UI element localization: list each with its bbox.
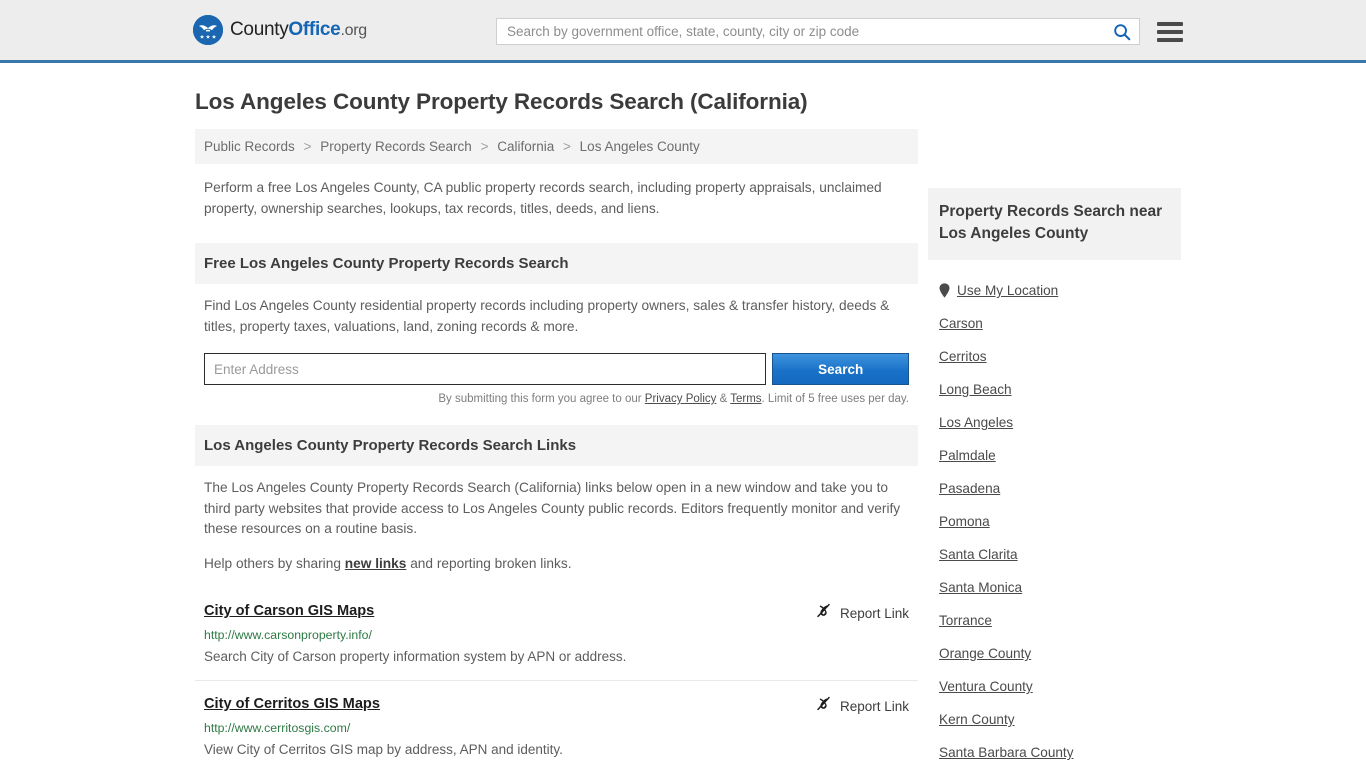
header-search-zone — [496, 18, 1183, 45]
breadcrumb-separator: > — [303, 139, 312, 154]
link-title[interactable]: City of Cerritos GIS Maps — [204, 696, 380, 712]
sidebar-list: Use My Location Carson Cerritos Long Bea… — [928, 260, 1181, 768]
sidebar-item-santa-monica[interactable]: Santa Monica — [939, 571, 1170, 604]
sidebar-item-cerritos[interactable]: Cerritos — [939, 340, 1170, 373]
link-url[interactable]: http://www.carsonproperty.info/ — [204, 628, 909, 642]
breadcrumb-item-property-records-search[interactable]: Property Records Search — [320, 139, 472, 154]
sidebar-link[interactable]: Torrance — [939, 613, 992, 628]
form-disclaimer: By submitting this form you agree to our… — [195, 385, 918, 405]
link-url[interactable]: http://www.cerritosgis.com/ — [204, 721, 909, 735]
disclaimer-suffix: . Limit of 5 free uses per day. — [761, 393, 909, 406]
sidebar-item-pomona[interactable]: Pomona — [939, 505, 1170, 538]
sidebar-item-orange-county[interactable]: Orange County — [939, 637, 1170, 670]
links-section-body: The Los Angeles County Property Records … — [195, 466, 918, 574]
logo-text-county: County — [230, 19, 289, 40]
new-links-link[interactable]: new links — [345, 556, 407, 571]
hamburger-menu-icon[interactable] — [1157, 21, 1183, 42]
link-row: City of Cerritos GIS Maps Report Link ht… — [195, 680, 918, 768]
page-title: Los Angeles County Property Records Sear… — [195, 89, 808, 114]
sidebar-item-los-angeles[interactable]: Los Angeles — [939, 406, 1170, 439]
hamburger-bar — [1157, 37, 1183, 42]
breadcrumb-item-california[interactable]: California — [497, 139, 554, 154]
sidebar-link[interactable]: Cerritos — [939, 349, 987, 364]
free-search-heading: Free Los Angeles County Property Records… — [195, 243, 918, 285]
breadcrumb: Public Records > Property Records Search… — [195, 129, 918, 164]
sidebar: Property Records Search near Los Angeles… — [928, 63, 1181, 768]
links-section-help: Help others by sharing new links and rep… — [204, 554, 909, 575]
address-input[interactable] — [204, 353, 767, 386]
report-link-button[interactable]: Report Link — [815, 695, 909, 717]
broken-link-icon — [815, 695, 832, 717]
links-section-paragraph: The Los Angeles County Property Records … — [204, 480, 901, 537]
sidebar-link[interactable]: Santa Monica — [939, 580, 1022, 595]
breadcrumb-item-public-records[interactable]: Public Records — [204, 139, 295, 154]
terms-link[interactable]: Terms — [730, 393, 761, 405]
sidebar-link[interactable]: Santa Barbara County — [939, 745, 1074, 760]
sidebar-item-long-beach[interactable]: Long Beach — [939, 373, 1170, 406]
link-list: City of Carson GIS Maps Report Link http… — [195, 588, 918, 768]
link-title[interactable]: City of Carson GIS Maps — [204, 603, 374, 619]
address-search-form: Search — [195, 353, 918, 386]
sidebar-link[interactable]: Pasadena — [939, 481, 1000, 496]
link-description: View City of Cerritos GIS map by address… — [204, 742, 563, 758]
report-link-label: Report Link — [839, 698, 909, 714]
link-description: Search City of Carson property informati… — [204, 649, 627, 665]
sidebar-item-pasadena[interactable]: Pasadena — [939, 472, 1170, 505]
sidebar-link[interactable]: Carson — [939, 316, 983, 331]
page-intro-text: Perform a free Los Angeles County, CA pu… — [204, 180, 882, 216]
sidebar-link[interactable]: Los Angeles — [939, 415, 1013, 430]
logo-text-office: Office — [288, 19, 341, 40]
sidebar-link[interactable]: Ventura County — [939, 679, 1033, 694]
page-container: Los Angeles County Property Records Sear… — [0, 63, 1366, 768]
help-prefix: Help others by sharing — [204, 555, 345, 571]
two-column-layout: Los Angeles County Property Records Sear… — [195, 63, 1181, 768]
sidebar-item-kern-county[interactable]: Kern County — [939, 703, 1170, 736]
search-button[interactable]: Search — [772, 353, 909, 386]
breadcrumb-item-los-angeles-county[interactable]: Los Angeles County — [580, 139, 700, 154]
links-section-heading: Los Angeles County Property Records Sear… — [195, 425, 918, 467]
county-office-eagle-icon — [193, 15, 223, 45]
link-row: City of Carson GIS Maps Report Link http… — [195, 588, 918, 680]
sidebar-link[interactable]: Pomona — [939, 514, 990, 529]
breadcrumb-separator: > — [563, 139, 571, 154]
sidebar-heading: Property Records Search near Los Angeles… — [928, 188, 1181, 260]
hamburger-bar — [1157, 21, 1183, 26]
report-link-label: Report Link — [839, 605, 909, 621]
sidebar-link-use-my-location[interactable]: Use My Location — [957, 283, 1058, 298]
sidebar-link[interactable]: Kern County — [939, 712, 1015, 727]
hamburger-bar — [1157, 29, 1183, 34]
map-pin-icon — [939, 283, 950, 298]
global-search-input[interactable] — [505, 23, 1109, 40]
search-icon[interactable] — [1113, 23, 1131, 41]
sidebar-item-santa-barbara-county[interactable]: Santa Barbara County — [939, 736, 1170, 768]
disclaimer-amp: & — [716, 393, 731, 406]
help-suffix: and reporting broken links. — [406, 555, 572, 571]
sidebar-link[interactable]: Long Beach — [939, 382, 1012, 397]
global-search-box[interactable] — [496, 18, 1140, 45]
sidebar-item-carson[interactable]: Carson — [939, 307, 1170, 340]
broken-link-icon — [815, 602, 832, 624]
main-content: Los Angeles County Property Records Sear… — [195, 63, 918, 768]
sidebar-item-use-my-location[interactable]: Use My Location — [939, 274, 1170, 307]
sidebar-item-ventura-county[interactable]: Ventura County — [939, 670, 1170, 703]
sidebar-item-palmdale[interactable]: Palmdale — [939, 439, 1170, 472]
privacy-policy-link[interactable]: Privacy Policy — [645, 393, 717, 405]
sidebar-link[interactable]: Orange County — [939, 646, 1031, 661]
site-header: CountyOffice.org — [0, 0, 1366, 63]
sidebar-item-torrance[interactable]: Torrance — [939, 604, 1170, 637]
disclaimer-prefix: By submitting this form you agree to our — [438, 393, 645, 406]
free-search-description: Find Los Angeles County residential prop… — [204, 298, 890, 334]
logo-text-tld: .org — [340, 22, 367, 39]
sidebar-item-santa-clarita[interactable]: Santa Clarita — [939, 538, 1170, 571]
sidebar-link[interactable]: Palmdale — [939, 448, 996, 463]
report-link-button[interactable]: Report Link — [815, 602, 909, 624]
site-logo-text: CountyOffice.org — [230, 19, 367, 41]
site-logo[interactable]: CountyOffice.org — [193, 15, 367, 45]
breadcrumb-separator: > — [480, 139, 489, 154]
free-search-body: Find Los Angeles County residential prop… — [195, 284, 918, 337]
sidebar-link[interactable]: Santa Clarita — [939, 547, 1018, 562]
